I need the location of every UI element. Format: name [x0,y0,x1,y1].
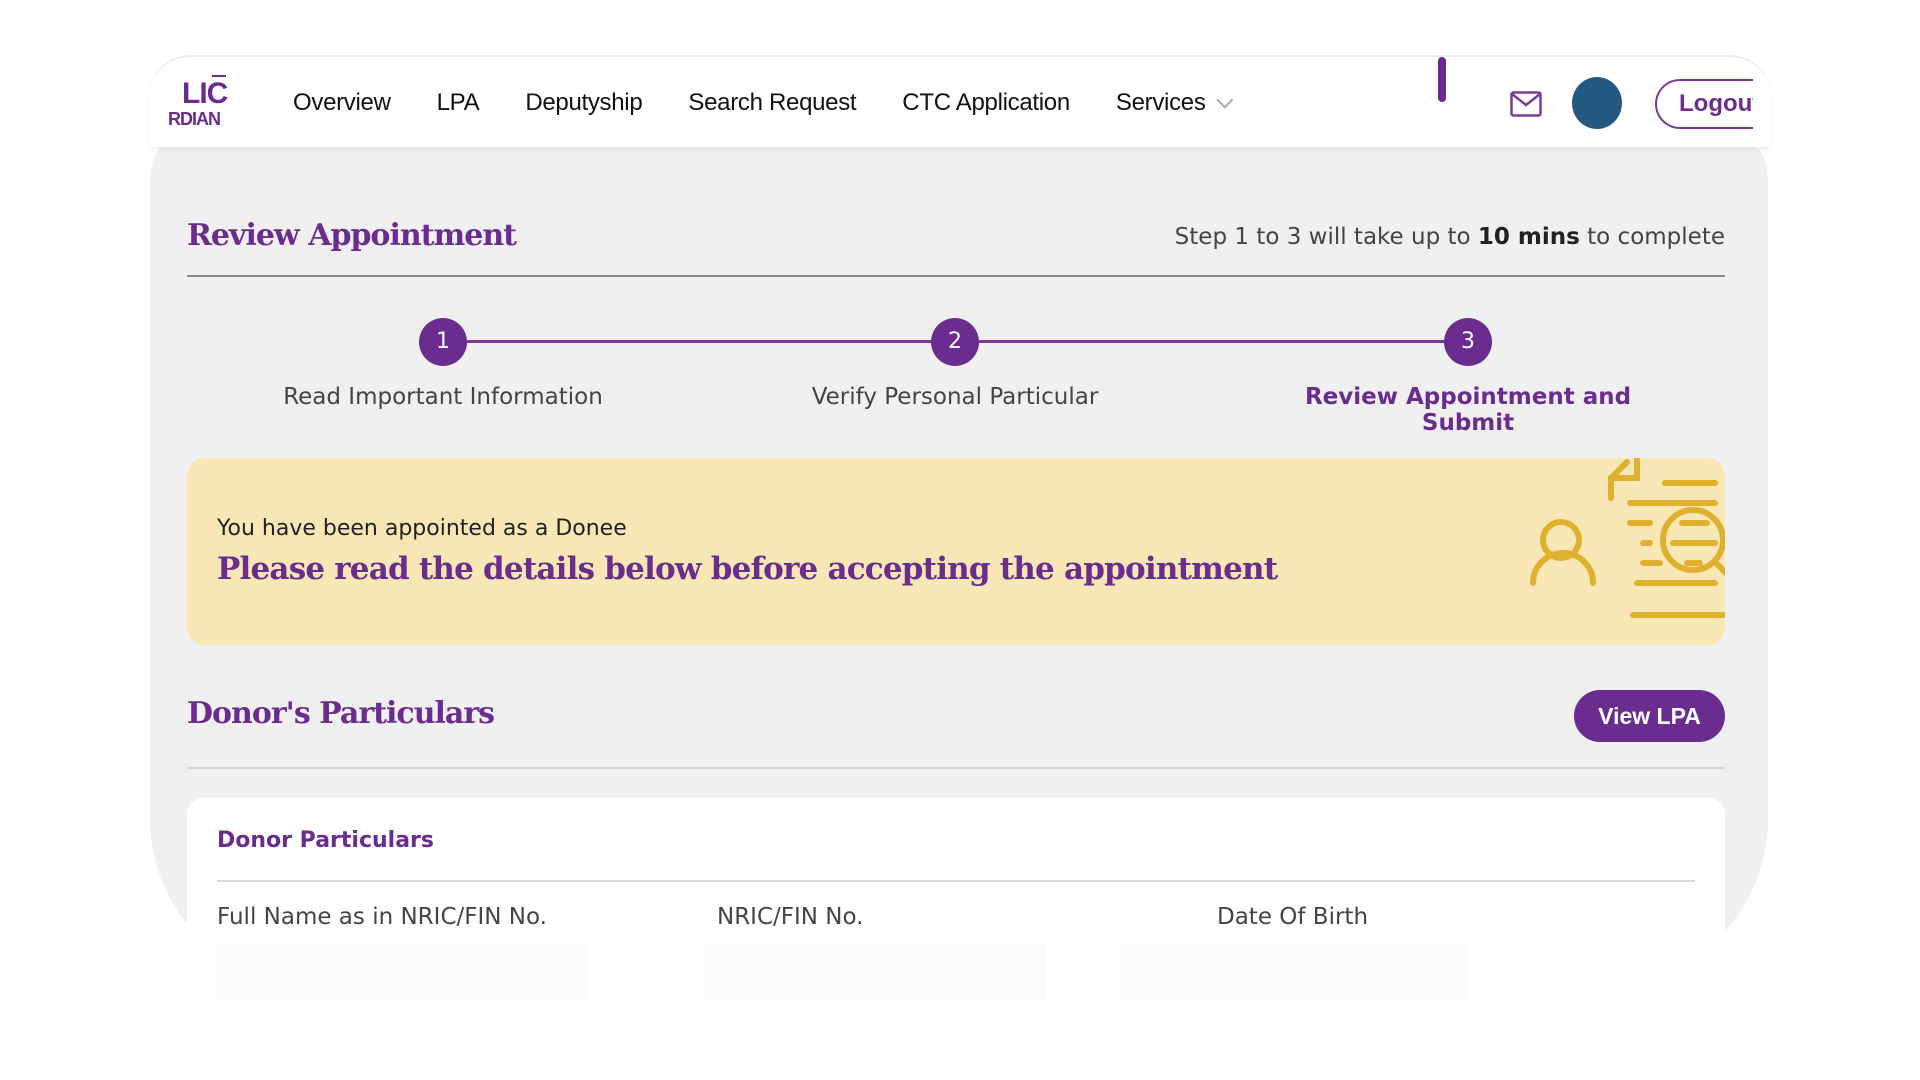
stepper-connector [979,340,1468,343]
banner-title: Please read the details below before acc… [217,551,1278,587]
full-name-label: Full Name as in NRIC/FIN No. [217,904,547,930]
nric-value [704,944,1046,1004]
full-name-value [217,944,589,1004]
time-estimate: Step 1 to 3 will take up to 10 mins to c… [1175,224,1725,250]
nav-overview[interactable]: Overview [293,89,391,117]
nav-ctc-application[interactable]: CTC Application [902,89,1070,117]
nav-indicator [1438,57,1446,102]
user-avatar[interactable] [1572,77,1622,129]
time-note-prefix: Step 1 to 3 will take up to [1174,224,1478,250]
view-lpa-button[interactable]: View LPA [1574,690,1725,742]
nav-search-request[interactable]: Search Request [688,89,856,117]
main-nav: Overview LPA Deputyship Search Request C… [293,57,1274,149]
dob-value [1121,944,1467,1004]
top-navbar: LIC RDIAN Overview LPA Deputyship Search… [150,55,1770,147]
stepper-connector [467,340,955,343]
mail-icon[interactable] [1510,91,1542,117]
card-title: Donor Particulars [217,828,434,853]
banner-subtitle: You have been appointed as a Donee [217,516,627,541]
section-divider [187,767,1725,769]
time-note-suffix: to complete [1579,224,1725,250]
person-document-search-illustration-icon [1530,458,1725,618]
logo-line-2: RDIAN [168,109,221,129]
nav-services-label: Services [1115,89,1206,116]
step-3-circle: 3 [1444,318,1492,366]
logout-button[interactable]: Logout [1655,79,1753,129]
nav-lpa[interactable]: LPA [437,89,480,117]
logo-line-1: LIC [182,77,228,110]
nav-ctc-application-label: CTC Application [902,89,1070,116]
nav-services-dropdown[interactable]: Services [1115,89,1233,117]
step-1-label: Read Important Information [283,384,603,410]
step-1-circle: 1 [419,318,467,366]
nav-search-request-label: Search Request [688,89,857,116]
nav-deputyship-label: Deputyship [525,89,643,116]
card-divider [217,880,1695,882]
donor-section-title: Donor's Particulars [187,696,495,731]
dob-label: Date Of Birth [1217,904,1369,930]
nav-lpa-label: LPA [436,89,480,116]
nric-label: NRIC/FIN No. [717,904,864,930]
page-bottom-whitespace [0,1000,1920,1080]
page-title: Review Appointment [187,218,517,253]
step-2-label: Verify Personal Particular [811,384,1099,410]
title-divider [187,275,1725,277]
step-2-circle: 2 [931,318,979,366]
nav-deputyship[interactable]: Deputyship [525,89,642,117]
time-note-duration: 10 mins [1477,224,1580,250]
site-logo[interactable]: LIC RDIAN [168,71,232,131]
step-3-label: Review Appointment and Submit [1304,384,1632,436]
nav-overview-label: Overview [293,89,391,116]
chevron-down-icon [1215,91,1233,109]
donee-notice-banner: You have been appointed as a Donee Pleas… [187,458,1725,645]
